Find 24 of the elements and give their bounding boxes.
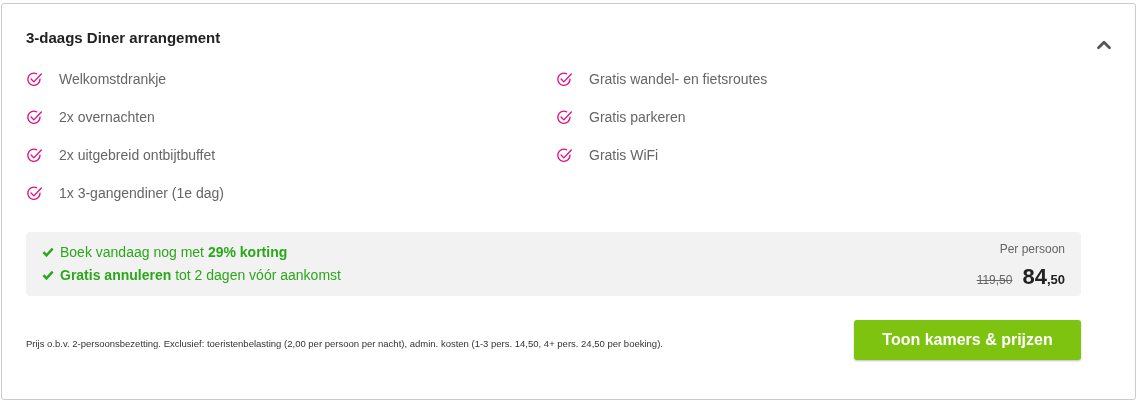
promo-text: Boek vandaag nog met 29% korting: [60, 242, 288, 262]
promo-text: Gratis annuleren tot 2 dagen vóór aankomst: [60, 265, 341, 285]
check-circle-icon: [26, 185, 43, 202]
check-circle-icon: [26, 147, 43, 164]
checkmark-icon: [42, 246, 54, 258]
price-label: Per persoon: [999, 240, 1065, 258]
check-circle-icon: [556, 109, 573, 126]
check-circle-icon: [26, 109, 43, 126]
feature-text: Gratis wandel- en fietsroutes: [589, 70, 768, 89]
feature-text: 2x uitgebreid ontbijtbuffet: [59, 146, 216, 165]
package-title: 3-daags Diner arrangement: [26, 28, 221, 48]
price: 84,50: [1022, 262, 1065, 291]
feature-text: Gratis WiFi: [589, 146, 659, 165]
feature-text: 1x 3-gangendiner (1e dag): [59, 184, 224, 203]
feature-text: Gratis parkeren: [589, 108, 686, 127]
checkmark-icon: [42, 269, 54, 281]
feature-text: 2x overnachten: [59, 108, 155, 127]
show-rooms-button[interactable]: Toon kamers & prijzen: [854, 319, 1081, 360]
check-circle-icon: [556, 71, 573, 88]
check-circle-icon: [556, 147, 573, 164]
price-footnote: Prijs o.b.v. 2-persoonsbezetting. Exclusief: toeristenbelasting (2,00 per persoon per nacht), admin. kosten (1-3 pers. 14,50, 4+ pers. 24,50 per boeking).: [26, 337, 663, 352]
check-circle-icon: [26, 71, 43, 88]
old-price: 119,50: [976, 271, 1013, 289]
feature-text: Welkomstdrankje: [59, 70, 167, 89]
